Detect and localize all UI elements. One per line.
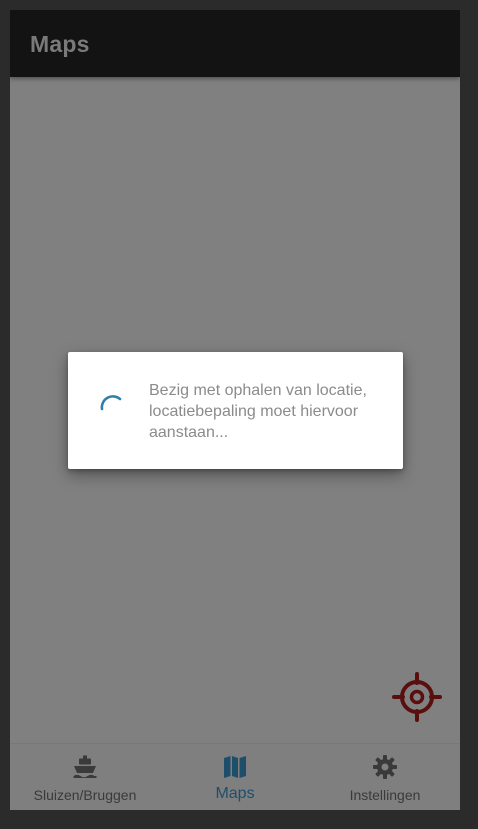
locate-me-button[interactable] [392,672,442,722]
nav-label-maps: Maps [215,785,255,802]
nav-item-maps[interactable]: Maps [160,744,310,810]
nav-item-sluizen-bruggen[interactable]: Sluizen/Bruggen [10,744,160,810]
app-frame: Maps Bezig met ophalen van locatie, loca… [10,10,460,810]
loading-dialog: Bezig met ophalen van locatie, locatiebe… [68,352,403,469]
map-icon [224,756,246,778]
gear-icon [373,755,397,779]
loading-message: Bezig met ophalen van locatie, locatiebe… [149,382,367,441]
nav-item-instellingen[interactable]: Instellingen [310,744,460,810]
page-title: Maps [30,31,90,57]
app-header: Maps [10,10,460,77]
loading-spinner-icon [100,395,122,411]
nav-label-sluizen-bruggen: Sluizen/Bruggen [33,787,137,803]
bottom-navigation: Sluizen/Bruggen Maps Instellingen [10,743,460,810]
ship-icon [73,755,97,778]
crosshair-location-icon [392,672,442,722]
nav-label-instellingen: Instellingen [349,787,421,803]
